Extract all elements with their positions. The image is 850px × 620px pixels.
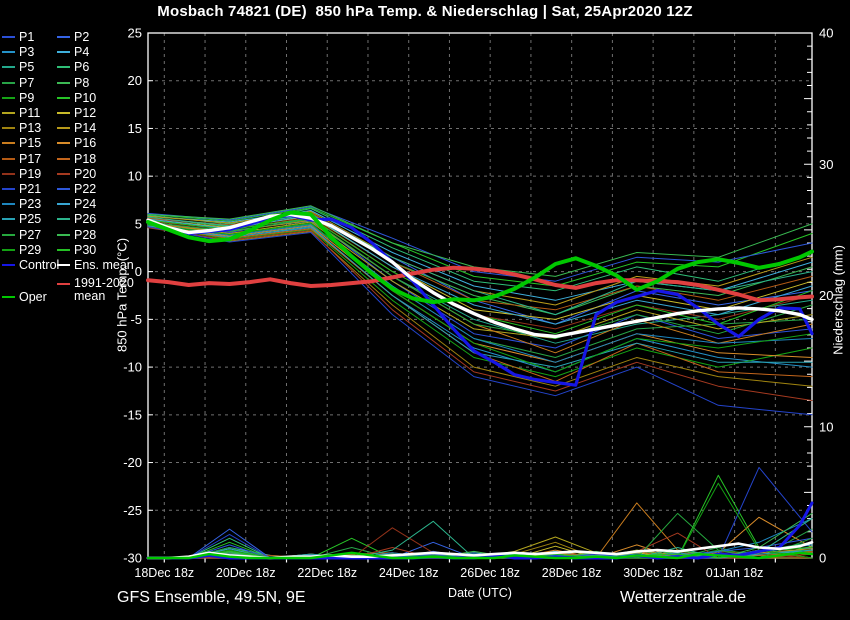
ensemble-precip-line-P10 (147, 474, 813, 559)
y-axis-label-temp: 850 hPa Temp. (°C) (114, 237, 130, 353)
date-tick-label: 20Dec 18z (216, 566, 276, 580)
temp-tick-label: 5 (135, 216, 142, 231)
date-tick-label: 28Dec 18z (542, 566, 602, 580)
x-axis-title: Date (UTC) (448, 586, 512, 600)
date-tick-label: 26Dec 18z (460, 566, 520, 580)
precip-tick-label: 0 (819, 551, 826, 566)
ensemble-temp-line-P20 (147, 227, 813, 401)
temp-tick-label: 15 (128, 121, 142, 136)
y-axis-label-precip: Niederschlag (mm) (830, 245, 846, 355)
temp-tick-label: 0 (135, 264, 142, 279)
temp-tick-label: -5 (130, 312, 142, 327)
temp-tick-label: -20 (123, 455, 142, 470)
temp-tick-label: -30 (123, 551, 142, 566)
ensemble-temp-line-P28 (147, 205, 813, 277)
site-credit-label: Wetterzentrale.de (620, 589, 746, 606)
plot-border (147, 32, 813, 559)
precip-tick-label: 10 (819, 419, 833, 434)
temp-tick-label: -25 (123, 503, 142, 518)
temp-tick-label: -10 (123, 360, 142, 375)
temp-tick-label: -15 (123, 407, 142, 422)
ensemble-temp-line-P7 (147, 223, 813, 358)
date-tick-label: 18Dec 18z (134, 566, 194, 580)
temp-tick-label: 25 (128, 26, 142, 41)
precip-tick-label: 40 (819, 26, 833, 41)
precip-tick-label: 30 (819, 157, 833, 172)
temp-tick-label: 10 (128, 169, 142, 184)
date-tick-label: 22Dec 18z (297, 566, 357, 580)
meteogram-page: Mosbach 74821 (DE) 850 hPa Temp. & Niede… (0, 0, 850, 620)
temp-tick-label: 20 (128, 73, 142, 88)
model-location-label: GFS Ensemble, 49.5N, 9E (117, 589, 306, 606)
date-tick-label: 24Dec 18z (379, 566, 439, 580)
date-tick-label: 30Dec 18z (623, 566, 683, 580)
date-tick-label: 01Jan 18z (706, 566, 764, 580)
